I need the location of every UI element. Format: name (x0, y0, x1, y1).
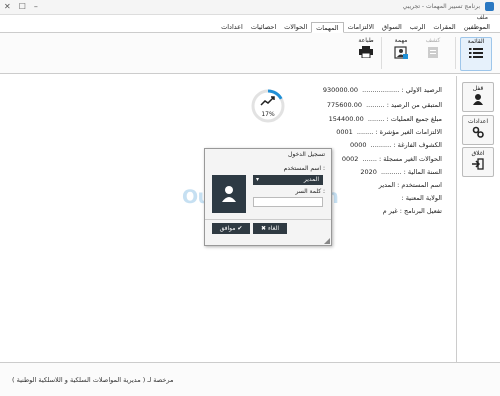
balance-gauge: 17% (250, 88, 286, 124)
password-label: كلمة السر : (295, 188, 325, 195)
stat-row: مبلغ جميع العمليات : ........ 154400.00 (329, 115, 442, 125)
cancel-label: الغاء (267, 225, 279, 232)
cancel-button[interactable]: ✖ الغاء (253, 223, 287, 234)
main-tabs: الموظفين المقرات الرتب السواق الالتزامات… (0, 22, 500, 33)
stat-label: الكشوف الفارغة : .......... (370, 141, 442, 149)
license-text: مرخصة لـ ( مديرية المواصلات السلكية و ال… (12, 376, 174, 384)
close-window-icon[interactable]: ✕ (4, 2, 11, 11)
stat-label: اسم المستخدم : المدير (378, 181, 442, 189)
username-label: اسم المستخدم : (283, 165, 325, 172)
maximize-window-icon[interactable]: ☐ (19, 2, 26, 11)
tab-employees[interactable]: الموظفين (460, 22, 494, 32)
resize-grip-icon[interactable] (324, 238, 330, 244)
tab-ranks[interactable]: الرتب (406, 22, 430, 32)
title-bar: ✕ ☐ – برنامج تسيير المهمات - تجريبي (0, 0, 500, 15)
dialog-buttons: ✖ الغاء موافق ✔ (205, 219, 331, 238)
mission-button[interactable]: مهمة (386, 37, 416, 69)
ribbon-divider (455, 37, 456, 69)
stat-value: 775600.00 (326, 101, 362, 109)
settings-label: اعدادات (467, 118, 489, 125)
settings-button[interactable]: اعدادات (462, 115, 494, 145)
minimize-window-icon[interactable]: – (34, 2, 38, 11)
status-footer: مرخصة لـ ( مديرية المواصلات السلكية و ال… (0, 362, 500, 396)
stat-label: السنة المالية : .......... (380, 168, 442, 176)
tab-commitments[interactable]: الالتزامات (344, 22, 378, 32)
window-title: برنامج تسيير المهمات - تجريبي (402, 3, 480, 10)
stat-label: الالتزامات الغير مؤشرة : ........ (356, 128, 442, 136)
stat-row: الكشوف الفارغة : .......... 0000 (350, 141, 442, 151)
tab-statistics[interactable]: احصائيات (247, 22, 280, 32)
stat-value: 2020 (360, 168, 377, 176)
lock-icon (473, 94, 483, 105)
stat-row: الولاية المعنية : (401, 194, 442, 204)
check-icon: ✔ (237, 225, 243, 232)
side-panel: قفل اعدادات اغلاق (456, 76, 497, 362)
window-controls: ✕ ☐ – (4, 2, 38, 11)
x-icon: ✖ (261, 225, 267, 232)
chevron-down-icon: ▾ (256, 176, 260, 183)
ok-button[interactable]: موافق ✔ (212, 223, 250, 234)
ribbon-divider (381, 37, 382, 69)
username-select[interactable]: المدير ▾ (253, 175, 323, 185)
mission-label: مهمة (394, 37, 408, 44)
login-dialog: تسجيل الدخول اسم المستخدم : المدير ▾ كلم… (204, 148, 332, 246)
lock-label: قفل (472, 85, 484, 92)
user-icon (222, 186, 236, 202)
stat-label: مبلغ جميع العمليات : ........ (367, 115, 442, 123)
statement-button[interactable]: كشف (418, 37, 448, 69)
tab-drivers[interactable]: السواق (378, 22, 406, 32)
stat-value: 0000 (349, 141, 367, 149)
mission-icon (394, 46, 408, 59)
stat-value: 0001 (336, 128, 353, 136)
print-button[interactable]: طباعة (351, 37, 381, 69)
stat-row: اسم المستخدم : المدير (379, 181, 442, 191)
stat-row: السنة المالية : .......... 2020 (360, 168, 442, 178)
tab-transfers[interactable]: الحوالات (280, 22, 311, 32)
trend-icon (260, 96, 275, 106)
stat-label: تفعيل البرنامج : غير م (382, 207, 442, 215)
stat-label: الرصيد الاولي : .................. (362, 86, 442, 94)
stat-row: الحوالات الغير مسجلة : ....... 0002 (342, 155, 442, 165)
username-value: المدير (303, 176, 319, 183)
ok-label: موافق (219, 225, 236, 232)
statement-label: كشف (425, 37, 441, 44)
gauge-percent: 17% (261, 111, 275, 118)
tab-settings[interactable]: اعدادات (217, 22, 247, 32)
stat-label: المتبقي من الرصيد : ......... (366, 101, 442, 109)
stat-value: 154400.00 (328, 115, 364, 123)
stat-label: الحوالات الغير مسجلة : ....... (362, 155, 442, 163)
list-button[interactable]: القائمة (460, 37, 492, 71)
close-label: اغلاق (471, 150, 485, 157)
list-label: القائمة (467, 38, 485, 45)
tab-missions[interactable]: المهمات (311, 22, 344, 33)
gear-icon (472, 126, 484, 138)
gauge-ring (251, 89, 285, 123)
close-button[interactable]: اغلاق (462, 147, 494, 177)
stat-label: الولاية المعنية : (401, 194, 442, 202)
password-field[interactable] (253, 197, 323, 207)
stat-value: 930000.00 (322, 86, 359, 94)
stat-row: تفعيل البرنامج : غير م (383, 207, 442, 217)
lock-button[interactable]: قفل (462, 82, 494, 112)
list-icon (469, 48, 483, 58)
printer-icon (359, 46, 373, 58)
stat-row: المتبقي من الرصيد : ......... 775600.00 (327, 101, 442, 111)
dialog-title: تسجيل الدخول (288, 151, 325, 158)
ribbon: القائمة مهمة كشف طباعة (0, 33, 500, 74)
stat-value: 0002 (341, 155, 359, 163)
stat-row: الرصيد الاولي : .................. 93000… (323, 86, 442, 96)
print-label: طباعة (358, 37, 374, 44)
app-icon (485, 2, 494, 11)
statement-icon (428, 47, 438, 58)
exit-icon (472, 158, 484, 170)
stat-row: الالتزامات الغير مؤشرة : ........ 0001 (336, 128, 442, 138)
tab-offices[interactable]: المقرات (429, 22, 459, 32)
user-avatar (212, 175, 246, 213)
